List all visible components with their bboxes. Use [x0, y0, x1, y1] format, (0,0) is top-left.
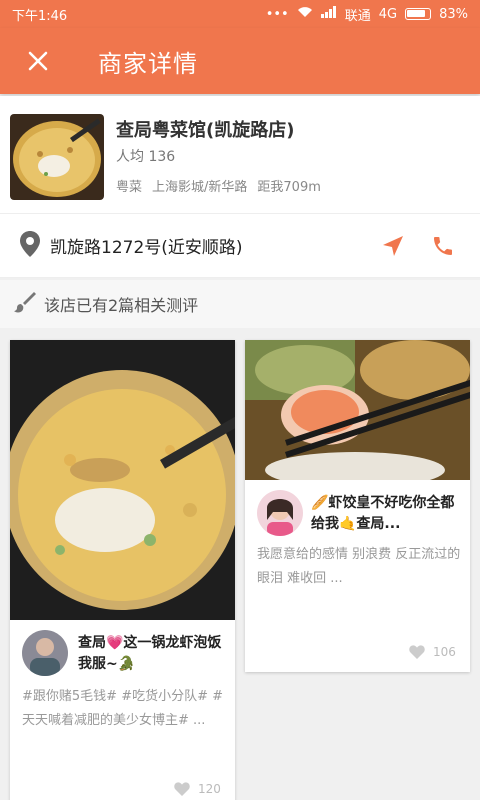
status-icons: ••• 联通 4G 83%: [266, 5, 468, 24]
shop-name: 查局粤菜馆(凯旋路店): [116, 120, 295, 141]
shop-meta: 粤菜 上海影城/新华路 距我709m: [116, 176, 321, 195]
address-row[interactable]: 凯旋路1272号(近安顺路): [0, 214, 480, 278]
shop-area: 上海影城/新华路: [152, 180, 248, 195]
shop-thumbnail: [10, 114, 104, 200]
page-title: 商家详情: [98, 49, 198, 78]
post-description: #跟你赌5毛钱# #吃货小分队# #天天喊着减肥的美少女博主# ...: [22, 689, 223, 728]
address-text: 凯旋路1272号(近安顺路): [50, 238, 243, 258]
avatar: [22, 630, 68, 676]
brush-icon: [14, 291, 36, 317]
app-bar: 商家详情: [0, 28, 480, 94]
review-summary-row: 该店已有2篇相关测评: [0, 280, 480, 328]
avatar: [257, 490, 303, 536]
like-count-label: 120: [198, 782, 221, 796]
heart-icon: [409, 645, 425, 659]
status-time: 下午1:46: [12, 8, 68, 24]
review-summary-text: 该店已有2篇相关测评: [44, 296, 199, 315]
shop-header: 查局粤菜馆(凯旋路店) 人均 136 粤菜 上海影城/新华路 距我709m: [0, 96, 480, 214]
more-dots-icon: •••: [265, 6, 289, 22]
shop-distance: 距我709m: [257, 180, 321, 195]
post-title: 查局💗这一锅龙虾泡饭我服~🐊: [78, 635, 222, 672]
phone-icon: [434, 236, 452, 255]
network-label: 4G: [378, 6, 398, 22]
heart-icon: [174, 782, 190, 796]
close-button[interactable]: [10, 33, 66, 89]
navigate-button[interactable]: [368, 221, 418, 271]
like-count-label: 106: [433, 645, 456, 659]
navigate-arrow-icon: [383, 235, 403, 256]
phone-button[interactable]: [418, 221, 468, 271]
shop-cuisine: 粤菜: [116, 180, 143, 195]
status-bar: 下午1:46 ••• 联通 4G 83%: [0, 0, 480, 28]
post-image: [10, 340, 235, 620]
battery-label: 83%: [439, 6, 468, 22]
like-count[interactable]: 106: [409, 645, 456, 659]
carrier-label: 联通: [344, 8, 371, 24]
avg-price: 人均 136: [116, 149, 176, 165]
post-title: 🥖虾饺皇不好吃你全都给我🤙查局...: [311, 495, 455, 532]
close-icon: [28, 51, 48, 71]
post-description: 我愿意给的感情 别浪费 反正流过的眼泪 难收回 ...: [257, 547, 461, 586]
location-pin-icon: [20, 230, 40, 261]
review-post-card[interactable]: 🥖虾饺皇不好吃你全都给我🤙查局... 我愿意给的感情 别浪费 反正流过的眼泪 难…: [245, 340, 470, 672]
signal-icon: [320, 6, 337, 22]
like-count[interactable]: 120: [174, 782, 221, 796]
wifi-icon: [297, 6, 313, 22]
battery-icon: [405, 8, 432, 20]
post-image: [245, 340, 470, 488]
review-post-card[interactable]: 查局💗这一锅龙虾泡饭我服~🐊 #跟你赌5毛钱# #吃货小分队# #天天喊着减肥的…: [10, 340, 235, 800]
